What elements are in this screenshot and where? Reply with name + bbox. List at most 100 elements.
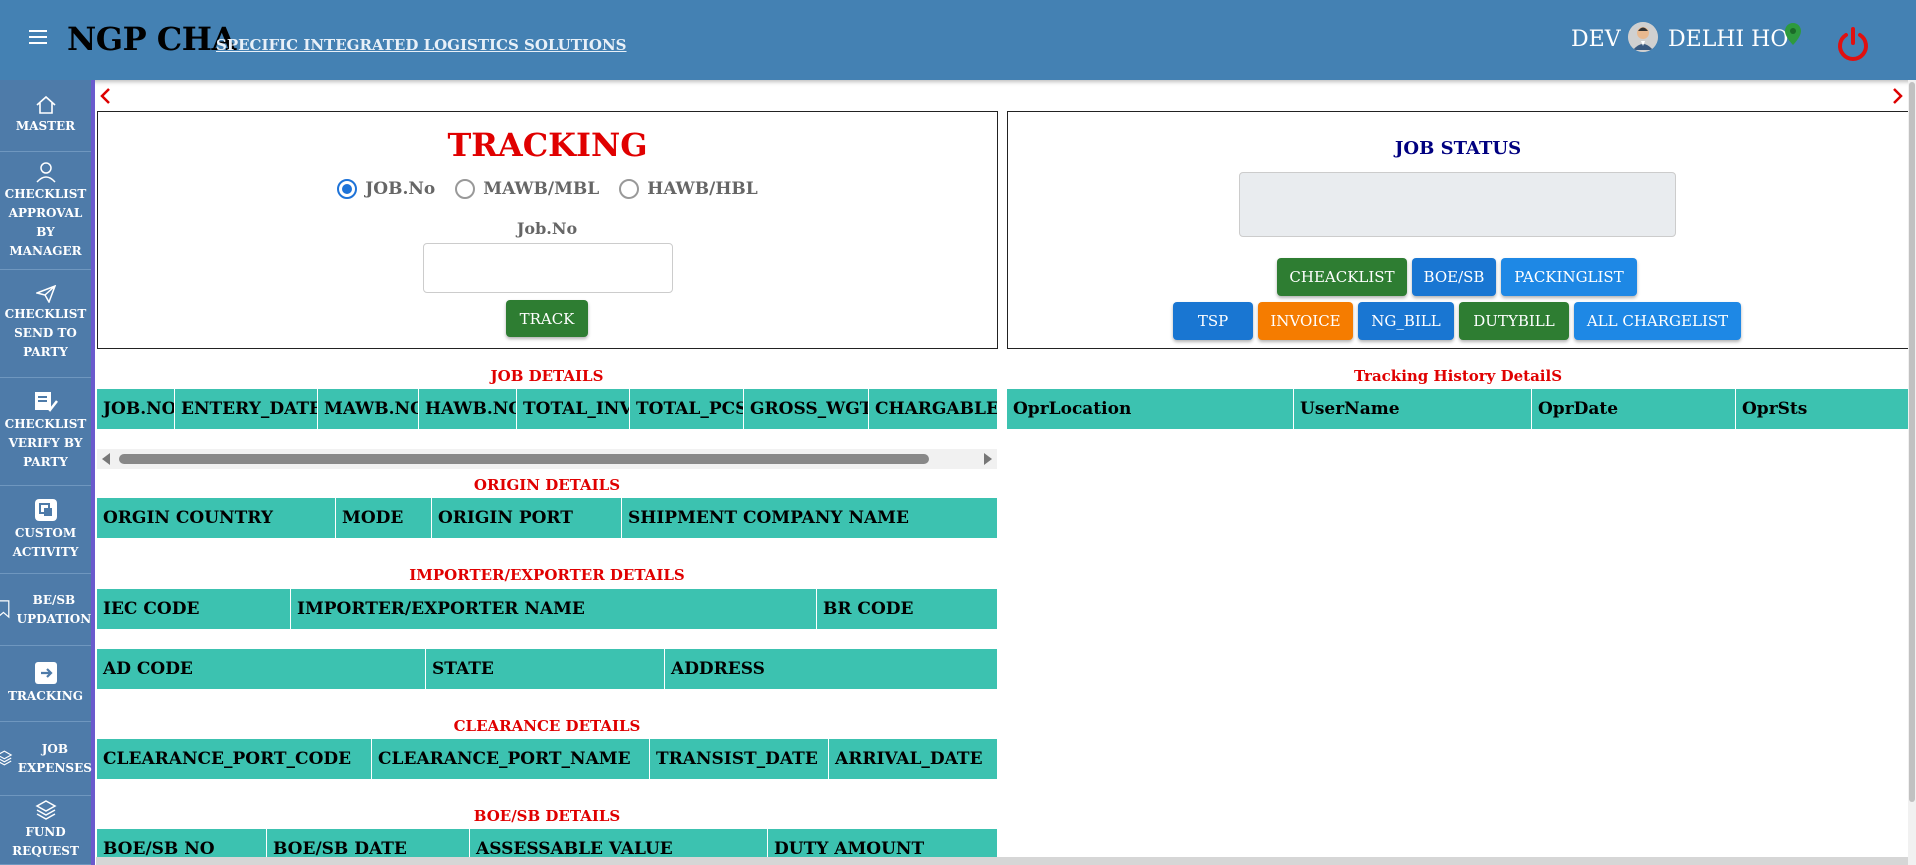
column-header: IEC CODE bbox=[97, 589, 291, 629]
job-details-horizontal-scrollbar[interactable] bbox=[97, 449, 997, 469]
layers-icon bbox=[34, 800, 57, 820]
column-header: MAWB.NO bbox=[318, 389, 419, 429]
custom-activity-icon bbox=[34, 498, 57, 521]
sidebar-item-checklist-verify[interactable]: CHECKLIST VERIFY BY PARTY bbox=[0, 378, 91, 486]
all-chargelist-button[interactable]: ALL CHARGELIST bbox=[1574, 302, 1741, 340]
column-header: MODE bbox=[336, 498, 432, 538]
boe-sb-details-title: BOE/SB DETAILS bbox=[473, 807, 621, 825]
radio-unselected-icon[interactable] bbox=[455, 179, 476, 199]
sidebar-item-master[interactable]: MASTER bbox=[0, 80, 91, 152]
sidebar-item-label: JOB EXPENSES bbox=[17, 741, 92, 775]
tracking-history-title: Tracking History DetailS bbox=[1353, 367, 1563, 385]
column-header: TRANSIST_DATE bbox=[650, 739, 829, 779]
importer-exporter-header: IEC CODE IMPORTER/EXPORTER NAME BR CODE bbox=[97, 589, 997, 629]
track-button[interactable]: TRACK bbox=[506, 300, 588, 337]
packinglist-button[interactable]: PACKINGLIST bbox=[1501, 258, 1637, 296]
sidebar-item-be-sb-updation[interactable]: BE/SB UPDATION bbox=[0, 574, 91, 646]
branch-name: DELHI HO bbox=[1668, 27, 1789, 52]
location-pin-icon bbox=[1785, 23, 1801, 45]
job-details-title: JOB DETAILS bbox=[490, 367, 604, 385]
origin-details-header: ORGIN COUNTRY MODE ORIGIN PORT SHIPMENT … bbox=[97, 498, 997, 538]
user-avatar-icon bbox=[1628, 22, 1658, 52]
column-header: IMPORTER/EXPORTER NAME bbox=[291, 589, 817, 629]
clearance-details-header: CLEARANCE_PORT_CODE CLEARANCE_PORT_NAME … bbox=[97, 739, 997, 779]
radio-mawb-mbl[interactable]: MAWB/MBL bbox=[455, 179, 599, 199]
radio-selected-icon[interactable] bbox=[337, 179, 358, 199]
job-details-header: JOB.NO ENTERY_DATE MAWB.NO HAWB.NO TOTAL… bbox=[97, 389, 997, 429]
app-tagline[interactable]: SPECIFIC INTEGRATED LOGISTICS SOLUTIONS bbox=[216, 36, 627, 54]
invoice-button[interactable]: INVOICE bbox=[1258, 302, 1353, 340]
sidebar-item-label: MASTER bbox=[15, 119, 76, 133]
column-header: OprSts bbox=[1742, 399, 1808, 419]
sidebar-item-job-expenses[interactable]: JOB EXPENSES bbox=[0, 722, 92, 796]
scrollbar-thumb[interactable] bbox=[119, 454, 929, 464]
sidebar-item-label: CHECKLIST APPROVAL BY MANAGER bbox=[4, 186, 87, 258]
column-header: ENTERY_DATE bbox=[175, 389, 318, 429]
importer-exporter-details-title: IMPORTER/EXPORTER DETAILS bbox=[409, 566, 685, 584]
top-header: NGP CHA SPECIFIC INTEGRATED LOGISTICS SO… bbox=[0, 0, 1916, 80]
radio-unselected-icon[interactable] bbox=[619, 179, 640, 199]
column-header: BR CODE bbox=[823, 599, 914, 619]
column-header: TOTAL_PCS bbox=[630, 389, 744, 429]
tab-strip bbox=[96, 84, 1908, 110]
ng-bill-button[interactable]: NG_BILL bbox=[1358, 302, 1454, 340]
sidebar-item-tracking[interactable]: TRACKING bbox=[0, 646, 91, 722]
scroll-left-icon[interactable] bbox=[99, 86, 113, 106]
power-logout-icon[interactable] bbox=[1836, 26, 1870, 62]
column-header: BOE/SB NO bbox=[97, 829, 267, 857]
tracking-icon bbox=[34, 662, 57, 684]
sidebar-item-label: TRACKING bbox=[7, 689, 84, 703]
cheacklist-button[interactable]: CHEACKLIST bbox=[1277, 258, 1407, 296]
job-status-display bbox=[1239, 172, 1676, 237]
avatar[interactable] bbox=[1628, 22, 1658, 52]
sidebar-item-label: CHECKLIST SEND TO PARTY bbox=[4, 307, 87, 359]
column-header: ARRIVAL_DATE bbox=[835, 749, 983, 769]
sidebar-item-label: FUND REQUEST bbox=[12, 825, 79, 858]
horizontal-page-scrollbar[interactable] bbox=[96, 857, 1908, 865]
column-header: OprLocation bbox=[1007, 389, 1294, 429]
send-icon bbox=[35, 285, 56, 303]
column-header: ORGIN COUNTRY bbox=[97, 498, 336, 538]
column-header: CLEARANCE_PORT_NAME bbox=[372, 739, 650, 779]
sidebar-item-fund-request[interactable]: FUND REQUEST bbox=[0, 796, 91, 865]
sidebar-item-label: CHECKLIST VERIFY BY PARTY bbox=[4, 417, 87, 469]
column-header: DUTY AMOUNT bbox=[774, 839, 925, 857]
tracking-title: TRACKING bbox=[447, 126, 648, 164]
importer-exporter-header-2: AD CODE STATE ADDRESS bbox=[97, 649, 997, 689]
vertical-page-scrollbar[interactable] bbox=[1908, 80, 1916, 865]
dutybill-button[interactable]: DUTYBILL bbox=[1459, 302, 1569, 340]
tracking-history-header: OprLocation UserName OprDate OprSts bbox=[1007, 389, 1909, 429]
column-header: AD CODE bbox=[97, 649, 426, 689]
column-header: JOB.NO bbox=[97, 389, 175, 429]
boe-sb-button[interactable]: BOE/SB bbox=[1412, 258, 1496, 296]
column-header: GROSS_WGT bbox=[744, 389, 869, 429]
radio-hawb-hbl[interactable]: HAWB/HBL bbox=[619, 179, 758, 199]
sidebar-item-checklist-send[interactable]: CHECKLIST SEND TO PARTY bbox=[0, 270, 91, 378]
column-header: UserName bbox=[1294, 389, 1532, 429]
layers-icon bbox=[0, 750, 13, 765]
origin-details-title: ORIGIN DETAILS bbox=[473, 476, 621, 494]
boe-sb-details-header: BOE/SB NO BOE/SB DATE ASSESSABLE VALUE D… bbox=[97, 829, 997, 857]
scrollbar-thumb[interactable] bbox=[1909, 82, 1915, 802]
radio-job-no[interactable]: JOB.No bbox=[337, 179, 435, 199]
tsp-button[interactable]: TSP bbox=[1173, 302, 1253, 340]
hamburger-menu-icon[interactable] bbox=[29, 30, 47, 44]
column-header: SHIPMENT COMPANY NAME bbox=[628, 508, 909, 528]
job-status-title: JOB STATUS bbox=[1394, 138, 1522, 159]
sidebar: MASTER CHECKLIST APPROVAL BY MANAGER CHE… bbox=[0, 80, 95, 865]
radio-label: HAWB/HBL bbox=[647, 179, 758, 199]
column-header: STATE bbox=[426, 649, 665, 689]
job-no-label: Job.No bbox=[516, 219, 578, 238]
checklist-icon bbox=[34, 392, 58, 412]
column-header: ADDRESS bbox=[671, 659, 765, 679]
radio-label: MAWB/MBL bbox=[483, 179, 600, 199]
scroll-right-icon[interactable] bbox=[1890, 86, 1904, 106]
scroll-right-arrow-icon[interactable] bbox=[984, 453, 992, 465]
job-no-input[interactable] bbox=[423, 243, 673, 293]
user-icon bbox=[35, 161, 56, 183]
scroll-left-arrow-icon[interactable] bbox=[102, 453, 110, 465]
app-brand: NGP CHA bbox=[67, 20, 236, 58]
column-header: ASSESSABLE VALUE bbox=[470, 829, 768, 857]
sidebar-item-checklist-approval[interactable]: CHECKLIST APPROVAL BY MANAGER bbox=[0, 152, 91, 270]
sidebar-item-custom-activity[interactable]: CUSTOM ACTIVITY bbox=[0, 486, 91, 574]
